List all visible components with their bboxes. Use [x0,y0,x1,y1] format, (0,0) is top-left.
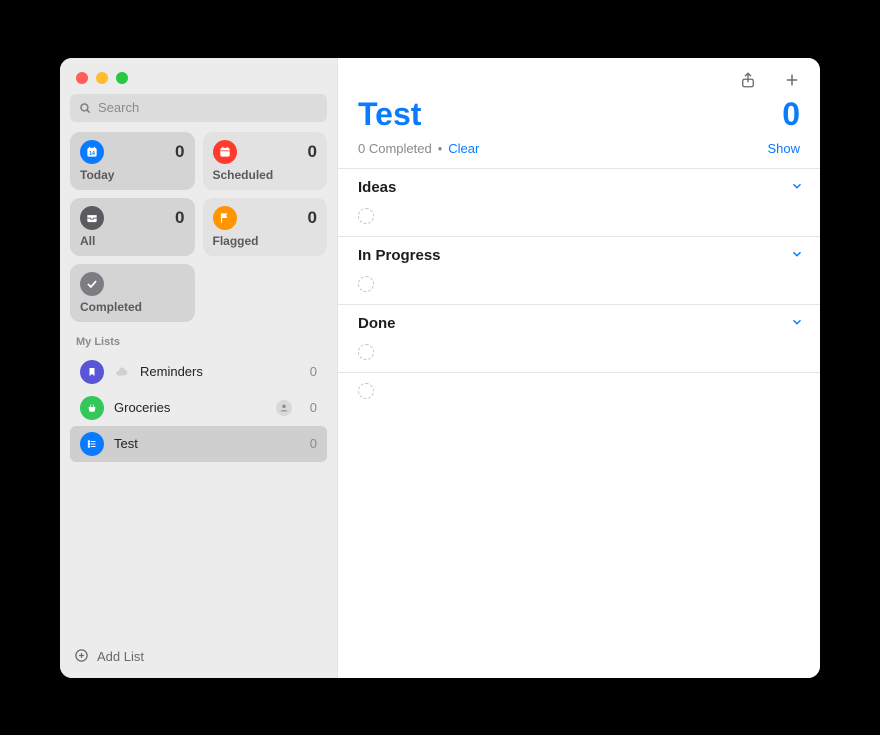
new-reminder-slot[interactable] [338,338,820,372]
list-total-count: 0 [782,96,800,133]
add-reminder-button[interactable] [782,70,802,90]
cloud-icon [114,364,130,380]
smart-list-today[interactable]: 14 0 Today [70,132,195,190]
my-lists-header: My Lists [60,322,337,354]
smart-list-completed[interactable]: Completed [70,264,195,322]
chevron-down-icon[interactable] [790,247,806,263]
list-item-count: 0 [310,436,317,451]
my-lists: Reminders 0 Groceries 0 Test 0 [60,354,337,462]
plus-circle-icon [74,648,89,666]
list-subheader: 0 Completed • Clear Show [338,137,820,168]
smart-lists: 14 0 Today 0 Scheduled [60,132,337,322]
search-input[interactable] [92,100,319,115]
bookmark-list-icon [80,360,104,384]
app-window: 14 0 Today 0 Scheduled [60,58,820,678]
smart-list-completed-label: Completed [80,300,185,314]
section-title: Ideas [358,179,396,196]
reminder-circle-icon [358,344,374,360]
smart-list-all-label: All [80,234,185,248]
close-window-button[interactable] [76,72,88,84]
smart-list-flagged-label: Flagged [213,234,318,248]
section-title: In Progress [358,247,441,264]
clear-button[interactable]: Clear [448,141,479,156]
smart-list-today-count: 0 [175,142,184,162]
list-item-reminders[interactable]: Reminders 0 [70,354,327,390]
tray-icon [80,206,104,230]
zoom-window-button[interactable] [116,72,128,84]
section-ideas: Ideas [338,168,820,236]
share-button[interactable] [738,70,758,90]
add-list-label: Add List [97,649,144,664]
shared-icon [276,400,292,416]
calendar-icon [213,140,237,164]
list-item-label: Groceries [114,400,266,415]
list-item-label: Reminders [140,364,300,379]
smart-list-flagged[interactable]: 0 Flagged [203,198,328,256]
check-icon [80,272,104,296]
new-reminder-slot[interactable] [338,202,820,236]
chevron-down-icon[interactable] [790,179,806,195]
calendar-today-icon: 14 [80,140,104,164]
flag-icon [213,206,237,230]
show-button[interactable]: Show [767,141,800,156]
list-title: Test [358,96,421,133]
reminder-circle-icon [358,208,374,224]
list-item-test[interactable]: Test 0 [70,426,327,462]
list-item-count: 0 [310,400,317,415]
smart-list-today-label: Today [80,168,185,182]
smart-list-scheduled[interactable]: 0 Scheduled [203,132,328,190]
svg-text:14: 14 [89,150,95,156]
smart-list-scheduled-label: Scheduled [213,168,318,182]
new-reminder-slot[interactable] [338,270,820,304]
minimize-window-button[interactable] [96,72,108,84]
toolbar [338,58,820,96]
smart-list-scheduled-count: 0 [308,142,317,162]
basket-list-icon [80,396,104,420]
sidebar: 14 0 Today 0 Scheduled [60,58,338,678]
chevron-down-icon[interactable] [790,315,806,331]
window-controls [60,58,337,94]
list-item-label: Test [114,436,300,451]
completed-count-text: 0 Completed [358,141,432,156]
search-field[interactable] [70,94,327,122]
smart-list-flagged-count: 0 [308,208,317,228]
section-title: Done [358,315,396,332]
smart-list-all[interactable]: 0 All [70,198,195,256]
search-icon [78,101,92,115]
reminder-circle-icon [358,383,374,399]
smart-list-all-count: 0 [175,208,184,228]
new-reminder-slot[interactable] [338,372,820,409]
reminder-circle-icon [358,276,374,292]
add-list-button[interactable]: Add List [60,638,337,678]
bullet-list-icon [80,432,104,456]
main-pane: Test 0 0 Completed • Clear Show Ideas [338,58,820,678]
list-item-groceries[interactable]: Groceries 0 [70,390,327,426]
section-in-progress: In Progress [338,236,820,304]
section-done: Done [338,304,820,372]
list-item-count: 0 [310,364,317,379]
list-header: Test 0 [338,96,820,137]
